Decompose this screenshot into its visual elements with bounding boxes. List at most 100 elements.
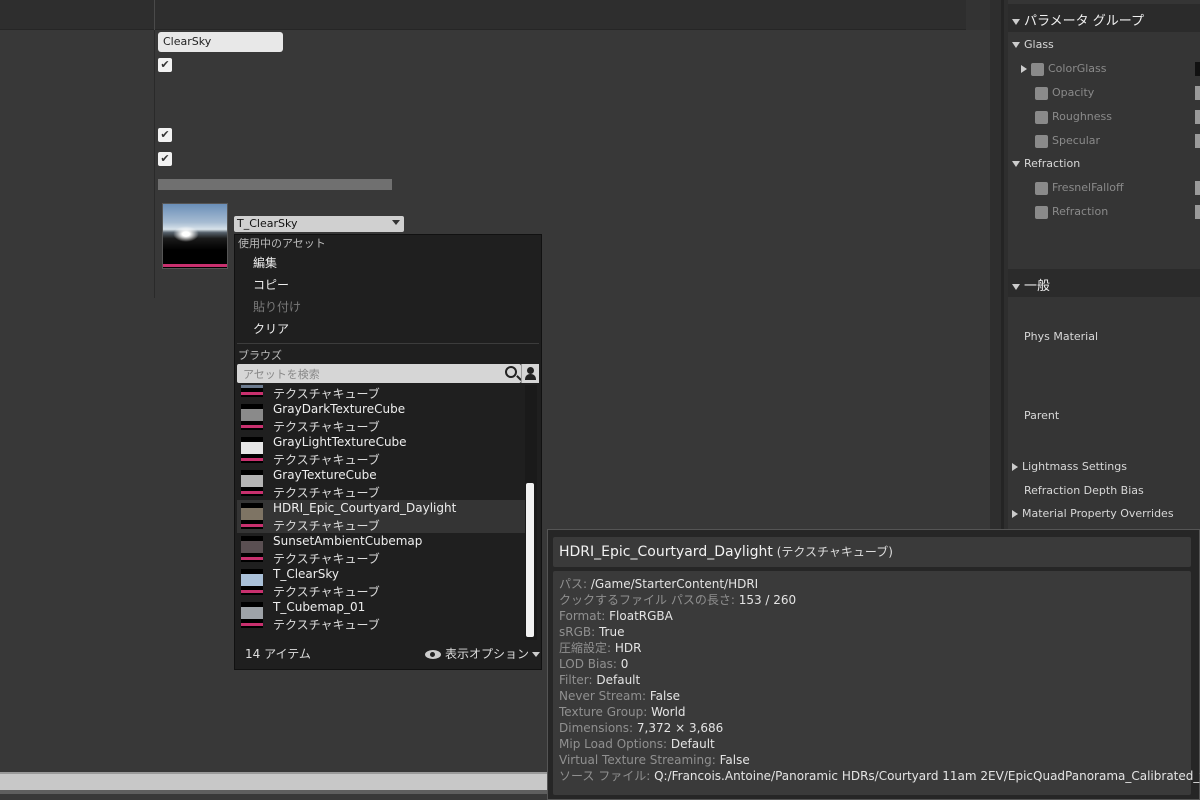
- asset-list-scrollbar[interactable]: [525, 385, 537, 640]
- asset-name: HDRI_Epic_Courtyard_Daylight: [273, 501, 457, 515]
- property-key: Filter:: [559, 673, 597, 687]
- param-fresnelfalloff[interactable]: FresnelFalloff: [1035, 181, 1124, 195]
- texture-cube-icon: [241, 574, 263, 586]
- texture-cube-icon: [241, 385, 263, 388]
- tooltip-property: Never Stream: False: [559, 688, 1185, 704]
- asset-name: T_Cubemap_01: [273, 600, 366, 614]
- asset-list-item[interactable]: SunsetAmbientCubemap テクスチャキューブ: [237, 533, 525, 566]
- texture-asset-combo[interactable]: T_ClearSky: [234, 216, 404, 232]
- property-value: Q:/Francois.Antoine/Panoramic HDRs/Court…: [654, 769, 1200, 783]
- phys-material-label: Phys Material: [1024, 330, 1099, 343]
- asset-list-item[interactable]: HDRI_Epic_Courtyard_Daylight テクスチャキューブ: [237, 500, 525, 533]
- asset-type: テクスチャキューブ: [273, 387, 380, 401]
- override-checkbox[interactable]: [1035, 205, 1048, 219]
- property-key: Never Stream:: [559, 689, 650, 703]
- override-checkbox[interactable]: [1035, 86, 1048, 100]
- group-refraction[interactable]: Refraction: [1012, 157, 1080, 170]
- param-specular[interactable]: Specular: [1035, 134, 1100, 148]
- value-field-edge: [1195, 134, 1200, 148]
- tooltip-property: Filter: Default: [559, 672, 1185, 688]
- property-key: クックするファイル パスの長さ:: [559, 593, 739, 607]
- expand-arrow-icon: [1012, 18, 1020, 25]
- lightmass-settings-row[interactable]: Lightmass Settings: [1012, 460, 1127, 473]
- property-value: 7,372 × 3,686: [636, 721, 724, 735]
- asset-name: T_ClearSky: [273, 567, 339, 581]
- property-key: Format:: [559, 609, 610, 623]
- item-count: 14 アイテム: [245, 647, 311, 661]
- details-header-bar: [0, 0, 990, 30]
- asset-name: GrayLightTextureCube: [273, 435, 407, 449]
- asset-list-item[interactable]: GrayDarkTextureCube テクスチャキューブ: [237, 401, 525, 434]
- checkbox-2[interactable]: ✔: [158, 128, 172, 142]
- property-value: 153 / 260: [738, 593, 797, 607]
- asset-name: GrayTextureCube: [273, 468, 377, 482]
- texture-cube-icon: [241, 607, 263, 619]
- tooltip-property: 圧縮設定: HDR: [559, 640, 1185, 656]
- override-checkbox[interactable]: [1035, 134, 1048, 148]
- tooltip-property: sRGB: True: [559, 624, 1185, 640]
- asset-thumbnail: [241, 437, 263, 463]
- category-parameter-groups[interactable]: パラメータ グループ: [1008, 4, 1200, 32]
- asset-picker-menu: 使用中のアセット 編集 コピー 貼り付け クリア ブラウズ アセットを検索 Ep…: [234, 234, 542, 670]
- section-current-asset: 使用中のアセット: [238, 237, 326, 250]
- property-value: HDR: [614, 641, 642, 655]
- menu-item-clear[interactable]: クリア: [253, 320, 289, 337]
- material-property-overrides-row[interactable]: Material Property Overrides: [1012, 507, 1174, 520]
- property-value: Default: [670, 737, 715, 751]
- property-value: /Game/StarterContent/HDRI: [590, 577, 759, 591]
- asset-list-item[interactable]: EpicQuadPanorama_CC+EV1テクスチャキューブ: [237, 385, 525, 401]
- asset-thumbnail: [241, 536, 263, 562]
- asset-list-item[interactable]: T_Cubemap_01 テクスチャキューブ: [237, 599, 525, 632]
- user-filter-icon[interactable]: [521, 364, 539, 383]
- eye-icon: [425, 650, 441, 659]
- category-general[interactable]: 一般: [1008, 269, 1200, 297]
- property-key: パス:: [559, 577, 591, 591]
- override-checkbox[interactable]: [1035, 110, 1048, 124]
- texture-thumbnail[interactable]: [162, 203, 228, 269]
- menu-item-paste[interactable]: 貼り付け: [253, 298, 301, 315]
- asset-list[interactable]: EpicQuadPanorama_CC+EV1テクスチャキューブGrayDark…: [237, 385, 525, 640]
- property-key: ソース ファイル:: [559, 769, 655, 783]
- asset-thumbnail: [241, 385, 263, 397]
- param-refraction[interactable]: Refraction: [1035, 205, 1108, 219]
- texture-cube-icon: [241, 409, 263, 421]
- menu-item-edit[interactable]: 編集: [253, 254, 277, 271]
- param-colorglass[interactable]: ColorGlass: [1021, 62, 1107, 76]
- expand-arrow-icon: [1012, 161, 1020, 167]
- asset-thumbnail: [241, 569, 263, 595]
- asset-list-item[interactable]: GrayTextureCube テクスチャキューブ: [237, 467, 525, 500]
- asset-search-input[interactable]: アセットを検索: [237, 364, 521, 383]
- asset-list-item[interactable]: GrayLightTextureCube テクスチャキューブ: [237, 434, 525, 467]
- param-roughness[interactable]: Roughness: [1035, 110, 1112, 124]
- color-swatch-edge: [1195, 62, 1200, 76]
- property-key: Dimensions:: [559, 721, 637, 735]
- checkbox-3[interactable]: ✔: [158, 152, 172, 166]
- search-icon[interactable]: [505, 366, 517, 378]
- property-key: Virtual Texture Streaming:: [559, 753, 720, 767]
- tooltip-title: HDRI_Epic_Courtyard_Daylight: [559, 544, 773, 560]
- horizontal-scrollbar[interactable]: [0, 772, 548, 794]
- view-options-button[interactable]: 表示オプション: [425, 645, 541, 662]
- asset-list-item[interactable]: T_ClearSky テクスチャキューブ: [237, 566, 525, 599]
- asset-thumbnail: [241, 470, 263, 496]
- override-checkbox[interactable]: [1031, 62, 1044, 76]
- asset-thumbnail: [241, 404, 263, 430]
- param-opacity[interactable]: Opacity: [1035, 86, 1094, 100]
- menu-item-copy[interactable]: コピー: [253, 276, 289, 293]
- tooltip-property: Format: FloatRGBA: [559, 608, 1185, 624]
- name-text-field[interactable]: ClearSky: [158, 32, 283, 52]
- value-slider[interactable]: [158, 179, 392, 190]
- checkbox-1[interactable]: ✔: [158, 58, 172, 72]
- tooltip-property: ソース ファイル: Q:/Francois.Antoine/Panoramic …: [559, 768, 1200, 784]
- expand-arrow-icon: [1012, 510, 1018, 518]
- asset-type: テクスチャキューブ: [273, 618, 380, 632]
- value-field-edge: [1195, 181, 1200, 195]
- group-glass[interactable]: Glass: [1012, 38, 1054, 51]
- tooltip-property: パス: /Game/StarterContent/HDRI: [559, 576, 1185, 592]
- property-value: Default: [596, 673, 641, 687]
- override-checkbox[interactable]: [1035, 181, 1048, 195]
- menu-divider: [237, 343, 539, 344]
- asset-type: テクスチャキューブ: [273, 552, 380, 566]
- asset-type: テクスチャキューブ: [273, 420, 380, 434]
- property-value: FloatRGBA: [609, 609, 673, 623]
